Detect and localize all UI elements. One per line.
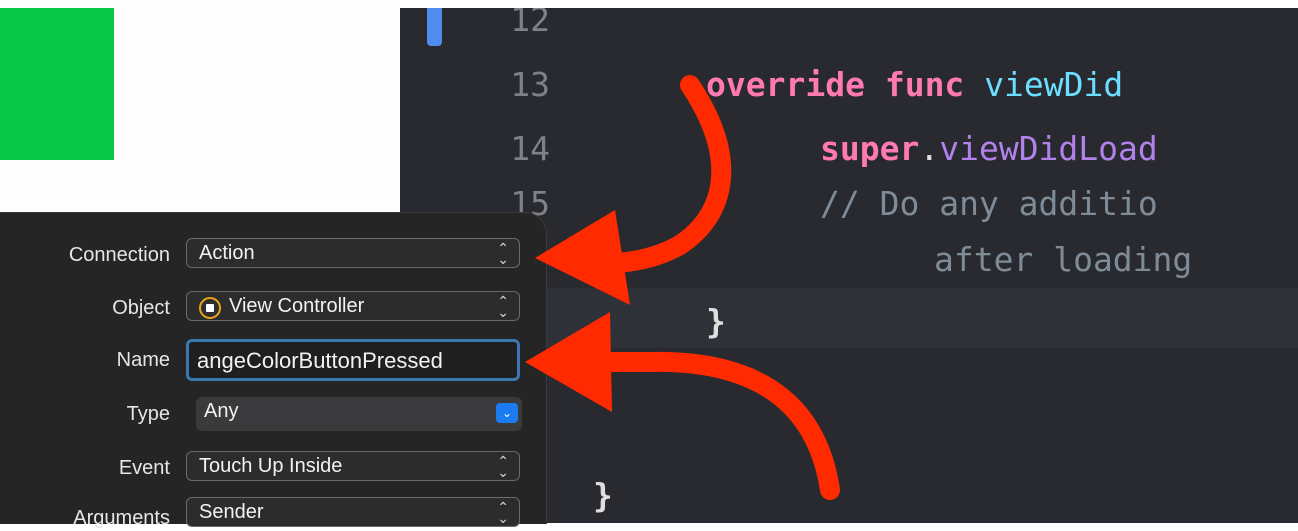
keyword: func bbox=[884, 65, 965, 104]
updown-chevron-icon: ⌃ ⌄ bbox=[497, 293, 509, 320]
event-value: Touch Up Inside bbox=[199, 455, 343, 477]
connection-row: Connection Action ⌃ ⌄ bbox=[0, 238, 546, 272]
connection-popover: Connection Action ⌃ ⌄ Object View Control… bbox=[0, 212, 547, 529]
dot: . bbox=[919, 129, 940, 168]
chevron-down-icon[interactable]: ⌄ bbox=[496, 403, 518, 423]
type-value: Any bbox=[204, 400, 239, 422]
closing-brace: } bbox=[706, 302, 726, 341]
updown-chevron-icon: ⌃ ⌄ bbox=[497, 453, 509, 480]
green-view[interactable] bbox=[0, 8, 114, 160]
code-comment: // Do any additio bbox=[820, 184, 1158, 223]
object-row: Object View Controller ⌃ ⌄ bbox=[0, 291, 546, 325]
event-row: Event Touch Up Inside ⌃ ⌄ bbox=[0, 451, 546, 485]
object-value: View Controller bbox=[229, 295, 365, 317]
type-label: Type bbox=[126, 403, 170, 425]
line-bookmark-marker[interactable] bbox=[427, 8, 442, 46]
name-input[interactable]: angeColorButtonPressed bbox=[186, 339, 520, 381]
updown-chevron-icon: ⌃ ⌄ bbox=[497, 499, 509, 526]
name-row: Name angeColorButtonPressed bbox=[0, 339, 546, 381]
event-popup[interactable]: Touch Up Inside ⌃ ⌄ bbox=[186, 451, 520, 481]
line-number: 14 bbox=[510, 129, 550, 168]
event-label: Event bbox=[118, 457, 170, 479]
keyword: super bbox=[820, 129, 920, 168]
connection-popup[interactable]: Action ⌃ ⌄ bbox=[186, 238, 520, 268]
name-label: Name bbox=[116, 349, 170, 371]
type-row: Type Any ⌄ bbox=[0, 397, 546, 431]
arguments-row: Arguments Sender ⌃ ⌄ bbox=[0, 497, 546, 531]
type-combo[interactable]: Any ⌄ bbox=[196, 397, 522, 431]
line-number: 13 bbox=[510, 65, 550, 104]
closing-brace: } bbox=[593, 476, 613, 515]
connection-label: Connection bbox=[68, 244, 170, 266]
object-popup[interactable]: View Controller ⌃ ⌄ bbox=[186, 291, 520, 321]
function-name: viewDid bbox=[984, 65, 1124, 104]
method-name: viewDidLoad bbox=[939, 129, 1158, 168]
line-number: 12 bbox=[510, 8, 550, 39]
keyword: override bbox=[706, 65, 865, 104]
arguments-label: Arguments bbox=[73, 507, 170, 529]
view-controller-icon bbox=[199, 297, 221, 319]
arguments-value: Sender bbox=[199, 501, 264, 523]
connection-value: Action bbox=[199, 242, 255, 264]
updown-chevron-icon: ⌃ ⌄ bbox=[497, 240, 509, 267]
code-line: override func viewDid bbox=[706, 65, 1123, 104]
code-comment-continuation: after loading bbox=[934, 240, 1193, 279]
name-value: angeColorButtonPressed bbox=[197, 348, 443, 373]
code-line: super.viewDidLoad bbox=[820, 129, 1158, 168]
object-label: Object bbox=[112, 297, 170, 319]
